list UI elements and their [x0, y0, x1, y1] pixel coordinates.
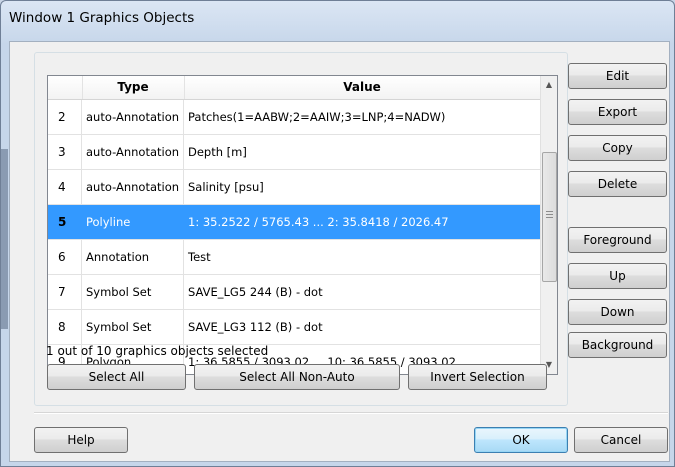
select-all-non-auto-button[interactable]: Select All Non-Auto	[194, 364, 400, 390]
ok-button[interactable]: OK	[474, 427, 568, 453]
footer-separator	[34, 412, 668, 414]
select-all-button[interactable]: Select All	[47, 364, 186, 390]
row-number: 5	[48, 205, 82, 239]
selection-status-text: 1 out of 10 graphics objects selected	[46, 344, 269, 358]
export-button[interactable]: Export	[568, 99, 667, 125]
row-type: auto-Annotation	[82, 135, 184, 169]
objects-table: Type Value 2 auto-Annotation Patches(1=A…	[47, 75, 558, 375]
row-type: Annotation	[82, 240, 184, 274]
cancel-button[interactable]: Cancel	[574, 427, 668, 453]
row-number: 4	[48, 170, 82, 204]
table-row-selected[interactable]: 5 Polyline 1: 35.2522 / 5765.43 ... 2: 3…	[48, 205, 540, 240]
row-type: auto-Annotation	[82, 170, 184, 204]
row-number: 2	[48, 100, 82, 134]
row-number: 3	[48, 135, 82, 169]
row-number: 7	[48, 275, 82, 309]
window-left-edge	[1, 149, 8, 329]
down-button[interactable]: Down	[568, 299, 667, 325]
table-row[interactable]: 3 auto-Annotation Depth [m]	[48, 135, 540, 170]
window-title: Window 1 Graphics Objects	[9, 10, 195, 26]
header-num[interactable]	[48, 76, 83, 99]
edit-button[interactable]: Edit	[568, 63, 667, 89]
table-row[interactable]: 7 Symbol Set SAVE_LG5 244 (B) - dot	[48, 275, 540, 310]
row-type: Polyline	[82, 205, 184, 239]
header-value[interactable]: Value	[184, 76, 540, 99]
table-row[interactable]: 8 Symbol Set SAVE_LG3 112 (B) - dot	[48, 310, 540, 345]
table-row[interactable]: 6 Annotation Test	[48, 240, 540, 275]
row-type: Symbol Set	[82, 310, 184, 344]
up-button[interactable]: Up	[568, 263, 667, 289]
row-value: Patches(1=AABW;2=AAIW;3=LNP;4=NADW)	[188, 110, 446, 124]
table-vertical-scrollbar[interactable]: ▲ ▼	[540, 76, 557, 374]
table-row[interactable]: 4 auto-Annotation Salinity [psu]	[48, 170, 540, 205]
graphics-objects-window: Window 1 Graphics Objects Type Value 2 a…	[0, 0, 675, 467]
scroll-up-arrow-icon[interactable]: ▲	[541, 76, 557, 93]
header-type[interactable]: Type	[82, 76, 185, 99]
row-type: auto-Annotation	[82, 100, 184, 134]
background-button[interactable]: Background	[568, 332, 667, 358]
row-number: 6	[48, 240, 82, 274]
row-value: SAVE_LG5 244 (B) - dot	[188, 285, 323, 299]
foreground-button[interactable]: Foreground	[568, 227, 667, 253]
row-number: 8	[48, 310, 82, 344]
copy-button[interactable]: Copy	[568, 135, 667, 161]
scrollbar-grip-icon	[546, 211, 553, 220]
table-header: Type Value	[48, 76, 540, 100]
dialog-client-area: Type Value 2 auto-Annotation Patches(1=A…	[9, 41, 670, 462]
help-button[interactable]: Help	[34, 427, 128, 453]
row-type: Symbol Set	[82, 275, 184, 309]
scrollbar-thumb[interactable]	[542, 152, 557, 282]
row-value: Depth [m]	[188, 145, 247, 159]
row-value: Test	[188, 250, 211, 264]
row-value: SAVE_LG3 112 (B) - dot	[188, 320, 323, 334]
delete-button[interactable]: Delete	[568, 171, 667, 197]
table-row[interactable]: 2 auto-Annotation Patches(1=AABW;2=AAIW;…	[48, 100, 540, 135]
row-value: 1: 35.2522 / 5765.43 ... 2: 35.8418 / 20…	[188, 215, 449, 229]
invert-selection-button[interactable]: Invert Selection	[408, 364, 547, 390]
row-value: Salinity [psu]	[188, 180, 264, 194]
